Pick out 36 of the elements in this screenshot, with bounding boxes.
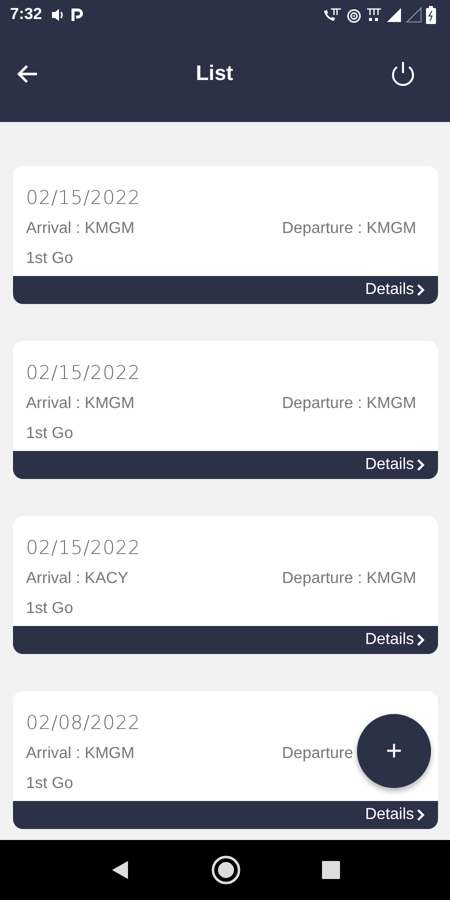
entry-date: 02/08/2022 <box>25 711 142 736</box>
details-button[interactable]: Details <box>365 806 425 824</box>
departure-text: Departure : KMGM <box>282 394 416 414</box>
arrival-text: Arrival : KMGM <box>26 219 134 239</box>
departure-text: Departure : KMGM <box>282 569 416 589</box>
arrival-text: Arrival : KMGM <box>26 744 134 764</box>
chevron-icon <box>416 809 425 821</box>
note-text: 1st Go <box>26 774 74 794</box>
signal-icon <box>406 7 422 23</box>
status-time: 7:32 <box>10 6 42 24</box>
entry-date: 02/15/2022 <box>25 536 142 561</box>
recents-icon[interactable] <box>321 860 341 880</box>
entry-date: 02/15/2022 <box>25 361 142 386</box>
wifi-calling-icon <box>322 7 342 23</box>
chevron-icon <box>416 634 425 646</box>
parking-icon <box>70 7 84 23</box>
power-icon[interactable] <box>389 60 417 88</box>
screen-title: List <box>196 62 234 86</box>
hotspot-icon <box>346 7 362 23</box>
chevron-icon <box>416 284 425 296</box>
departure-text: Departure : KMGM <box>282 219 416 239</box>
home-icon[interactable] <box>211 855 241 885</box>
note-text: 1st Go <box>26 424 74 444</box>
entry-date: 02/15/2022 <box>25 186 142 211</box>
note-text: 1st Go <box>26 249 74 269</box>
details-button[interactable]: Details <box>365 456 425 474</box>
details-button[interactable]: Details <box>365 631 425 649</box>
signal-icon <box>386 7 402 23</box>
details-button[interactable]: Details <box>365 281 425 299</box>
lte-icon <box>366 7 382 23</box>
arrival-text: Arrival : KMGM <box>26 394 134 414</box>
chevron-icon <box>416 459 425 471</box>
departure-text: Departure <box>282 744 354 764</box>
note-text: 1st Go <box>26 599 74 619</box>
battery-icon <box>426 6 436 24</box>
arrival-text: Arrival : KACY <box>26 569 128 589</box>
